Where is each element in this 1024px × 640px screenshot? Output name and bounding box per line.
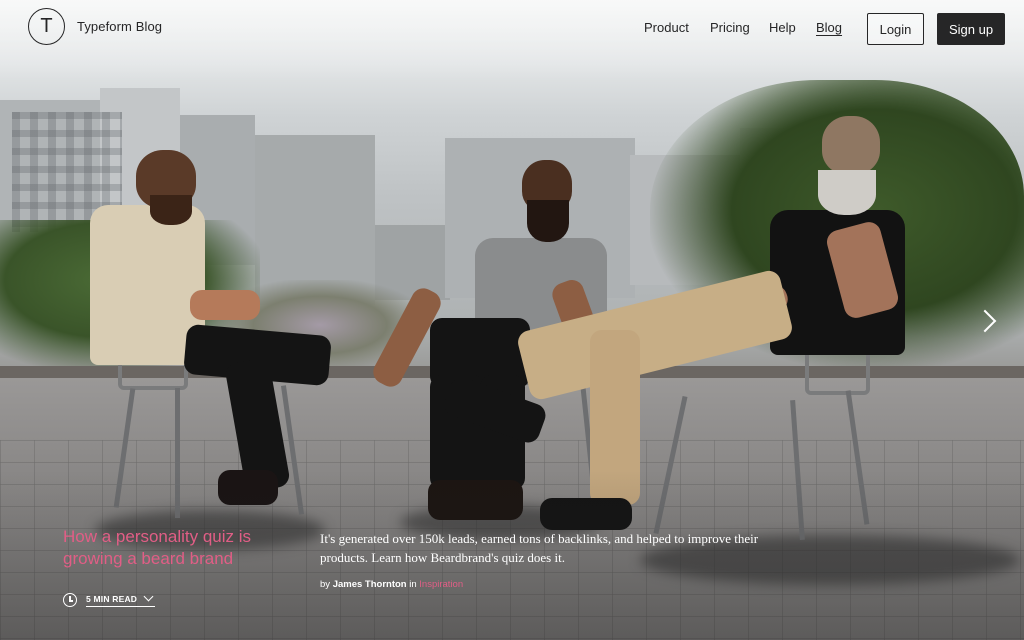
read-time-label[interactable]: 5 MIN READ (86, 591, 156, 607)
nav-item-blog[interactable]: Blog (816, 20, 842, 35)
read-time-toggle[interactable]: 5 MIN READ (63, 590, 156, 610)
byline-in: in (409, 579, 417, 590)
nav-item-pricing[interactable]: Pricing (710, 20, 750, 35)
typeform-logo[interactable]: T (28, 8, 65, 45)
signup-button[interactable]: Sign up (937, 13, 1005, 45)
article-byline: by James Thornton in Inspiration (320, 579, 463, 590)
author-link[interactable]: James Thornton (333, 579, 407, 590)
read-time-text: 5 MIN READ (86, 593, 138, 604)
site-header: T Typeform Blog Product Pricing Help Blo… (0, 0, 1024, 58)
login-button[interactable]: Login (867, 13, 924, 45)
article-excerpt: It's generated over 150k leads, earned t… (320, 531, 759, 565)
brand-name[interactable]: Typeform Blog (77, 19, 162, 34)
clock-icon (63, 593, 77, 607)
nav-item-help[interactable]: Help (769, 20, 796, 35)
nav-item-product[interactable]: Product (644, 20, 689, 35)
chevron-right-icon[interactable] (975, 307, 1001, 337)
category-link[interactable]: Inspiration (419, 579, 463, 590)
chevron-down-icon (143, 591, 154, 602)
byline-by: by (320, 579, 331, 590)
article-title[interactable]: How a personality quiz is growing a bear… (63, 526, 303, 570)
